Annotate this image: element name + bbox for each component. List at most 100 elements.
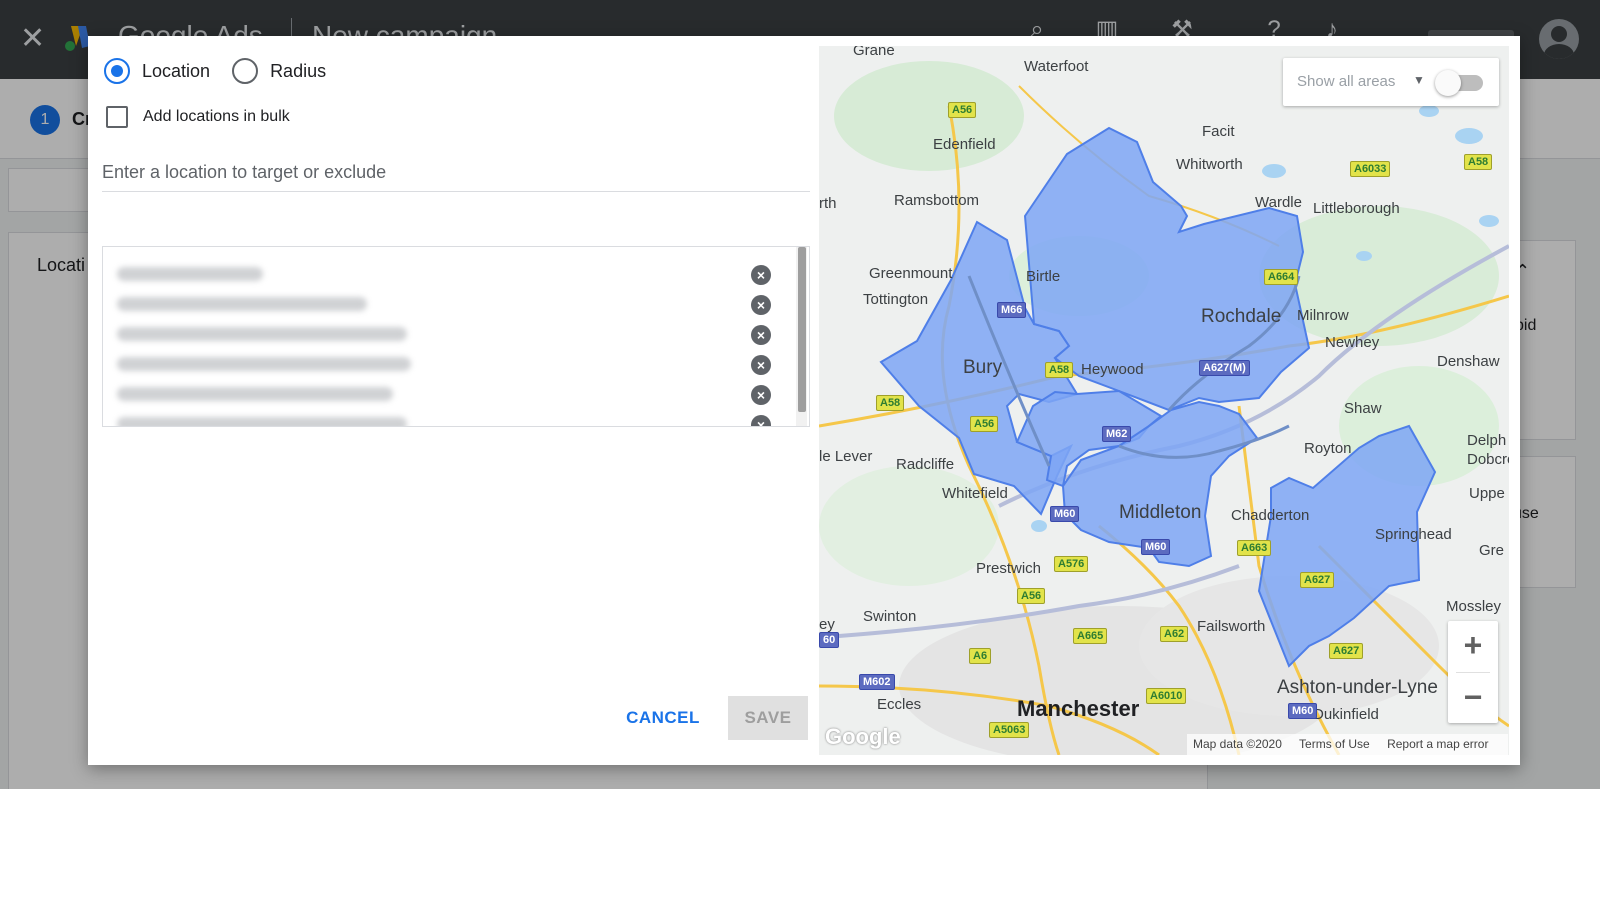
targeted-location-redacted bbox=[117, 357, 411, 371]
map-place-label: Dobcro bbox=[1467, 451, 1509, 468]
remove-location-icon[interactable]: × bbox=[751, 265, 771, 285]
road-shield: A664 bbox=[1264, 269, 1299, 285]
map-place-label: Waterfoot bbox=[1024, 58, 1089, 75]
google-logo: Google bbox=[825, 724, 901, 749]
map-place-label: Birtle bbox=[1026, 268, 1061, 285]
show-all-areas-dropdown[interactable]: Show all areas bbox=[1297, 73, 1395, 90]
road-shield: A6010 bbox=[1146, 688, 1187, 704]
map-place-label: Bury bbox=[963, 357, 1003, 378]
road-shield: A58 bbox=[876, 395, 905, 411]
map-place-label: Mossley bbox=[1446, 598, 1502, 615]
map-place-label: Whitworth bbox=[1176, 156, 1243, 173]
chevron-down-icon[interactable]: ▼ bbox=[1413, 73, 1425, 87]
map-place-label: Swinton bbox=[863, 608, 917, 625]
map-place-label: Radcliffe bbox=[896, 456, 955, 473]
radius-radio[interactable] bbox=[232, 58, 259, 84]
map-place-label: ey bbox=[819, 616, 835, 633]
bulk-locations-label[interactable]: Add locations in bulk bbox=[143, 108, 290, 126]
map-place-label: Dukinfield bbox=[1313, 706, 1379, 723]
road-shield: A663 bbox=[1237, 540, 1272, 556]
map-place-label: Failsworth bbox=[1197, 618, 1266, 635]
road-shield: M60 bbox=[1050, 506, 1080, 522]
save-button[interactable]: SAVE bbox=[728, 696, 808, 740]
road-shield: M602 bbox=[859, 674, 895, 690]
targeting-mode-radios: Location Radius bbox=[104, 58, 348, 84]
road-shield: A6033 bbox=[1350, 161, 1391, 177]
road-shield: A5063 bbox=[989, 722, 1030, 738]
map-place-label: Manchester bbox=[1017, 696, 1140, 721]
map-place-label: le Lever bbox=[819, 448, 873, 465]
map-place-label: Tottington bbox=[863, 291, 929, 308]
map-data-credit: Map data ©2020 bbox=[1193, 737, 1282, 751]
remove-location-icon[interactable]: × bbox=[751, 415, 771, 426]
road-shield: A627 bbox=[1329, 643, 1364, 659]
map-place-label: Eccles bbox=[877, 696, 922, 713]
road-shield: M66 bbox=[997, 302, 1027, 318]
remove-location-icon[interactable]: × bbox=[751, 355, 771, 375]
map-place-label: Grane bbox=[853, 46, 895, 59]
remove-location-icon[interactable]: × bbox=[751, 295, 771, 315]
list-scrollbar-thumb[interactable] bbox=[798, 247, 806, 412]
targeted-location-redacted bbox=[117, 297, 367, 311]
remove-location-icon[interactable]: × bbox=[751, 385, 771, 405]
zoom-out-button[interactable]: − bbox=[1448, 673, 1498, 723]
map-place-label: Shaw bbox=[1344, 400, 1382, 417]
road-shield: 60 bbox=[819, 632, 840, 648]
map-place-label: Uppe bbox=[1469, 485, 1505, 502]
road-shield: A665 bbox=[1073, 628, 1108, 644]
road-shield: A62 bbox=[1160, 626, 1189, 642]
map-place-label: Whitefield bbox=[942, 485, 1008, 502]
targeted-location-redacted bbox=[117, 327, 407, 341]
map-place-label: Facit bbox=[1202, 123, 1235, 140]
map-place-label: Denshaw bbox=[1437, 353, 1500, 370]
map-place-label: Gre bbox=[1479, 542, 1505, 559]
map-attribution: Map data ©2020 Terms of Use Report a map… bbox=[1187, 734, 1509, 755]
map-place-label: Edenfield bbox=[933, 136, 996, 153]
targeted-list-header-redacted bbox=[117, 267, 263, 281]
report-map-error-link[interactable]: Report a map error bbox=[1387, 737, 1488, 751]
road-shield: M62 bbox=[1102, 426, 1132, 442]
map-place-label: Newhey bbox=[1325, 334, 1380, 351]
map-place-label: rth bbox=[819, 195, 837, 212]
location-map[interactable]: Grane Waterfoot Edenfield Facit Whitwort… bbox=[819, 46, 1509, 755]
map-place-label: Wardle bbox=[1255, 194, 1302, 211]
map-place-label: Chadderton bbox=[1231, 507, 1310, 524]
road-shield: A58 bbox=[1045, 362, 1074, 378]
toggle-knob[interactable] bbox=[1435, 70, 1461, 96]
road-shield: A56 bbox=[1017, 588, 1046, 604]
map-place-label: Royton bbox=[1304, 440, 1352, 457]
road-shield: A6 bbox=[969, 648, 992, 664]
location-radio-label[interactable]: Location bbox=[142, 61, 210, 82]
bulk-locations-checkbox[interactable] bbox=[106, 106, 128, 128]
bulk-locations-row: Add locations in bulk bbox=[106, 106, 290, 128]
location-search-input[interactable] bbox=[102, 148, 810, 192]
cancel-button[interactable]: CANCEL bbox=[615, 696, 711, 740]
location-targeting-dialog: Location Radius Add locations in bulk × … bbox=[88, 36, 1520, 765]
targeted-location-redacted bbox=[117, 417, 407, 426]
radius-radio-label[interactable]: Radius bbox=[270, 61, 326, 82]
map-place-label: Greenmount bbox=[869, 265, 953, 282]
targeted-location-redacted bbox=[117, 387, 393, 401]
map-place-label: Milnrow bbox=[1297, 307, 1349, 324]
map-place-label: Delph bbox=[1467, 432, 1507, 449]
map-place-label: Middleton bbox=[1119, 502, 1202, 523]
road-shield: A56 bbox=[948, 102, 977, 118]
map-place-label: Heywood bbox=[1081, 361, 1144, 378]
targeted-locations-list: × × × × × × bbox=[102, 246, 810, 427]
road-shield: A58 bbox=[1464, 154, 1493, 170]
map-place-label: Ashton-under-Lyne bbox=[1277, 677, 1438, 698]
terms-of-use-link[interactable]: Terms of Use bbox=[1299, 737, 1370, 751]
location-radio[interactable] bbox=[104, 58, 130, 84]
map-place-label: Springhead bbox=[1375, 526, 1452, 543]
zoom-in-button[interactable]: + bbox=[1448, 621, 1498, 671]
map-place-label: Prestwich bbox=[976, 560, 1042, 577]
road-shield: M60 bbox=[1288, 703, 1318, 719]
road-shield: A627 bbox=[1300, 572, 1335, 588]
road-shield: A56 bbox=[970, 416, 999, 432]
map-place-label: Littleborough bbox=[1313, 200, 1400, 217]
road-shield: A576 bbox=[1054, 556, 1089, 572]
road-shield: A627(M) bbox=[1199, 360, 1250, 376]
map-place-label: Ramsbottom bbox=[894, 192, 980, 209]
map-place-label: Rochdale bbox=[1201, 306, 1282, 327]
remove-location-icon[interactable]: × bbox=[751, 325, 771, 345]
